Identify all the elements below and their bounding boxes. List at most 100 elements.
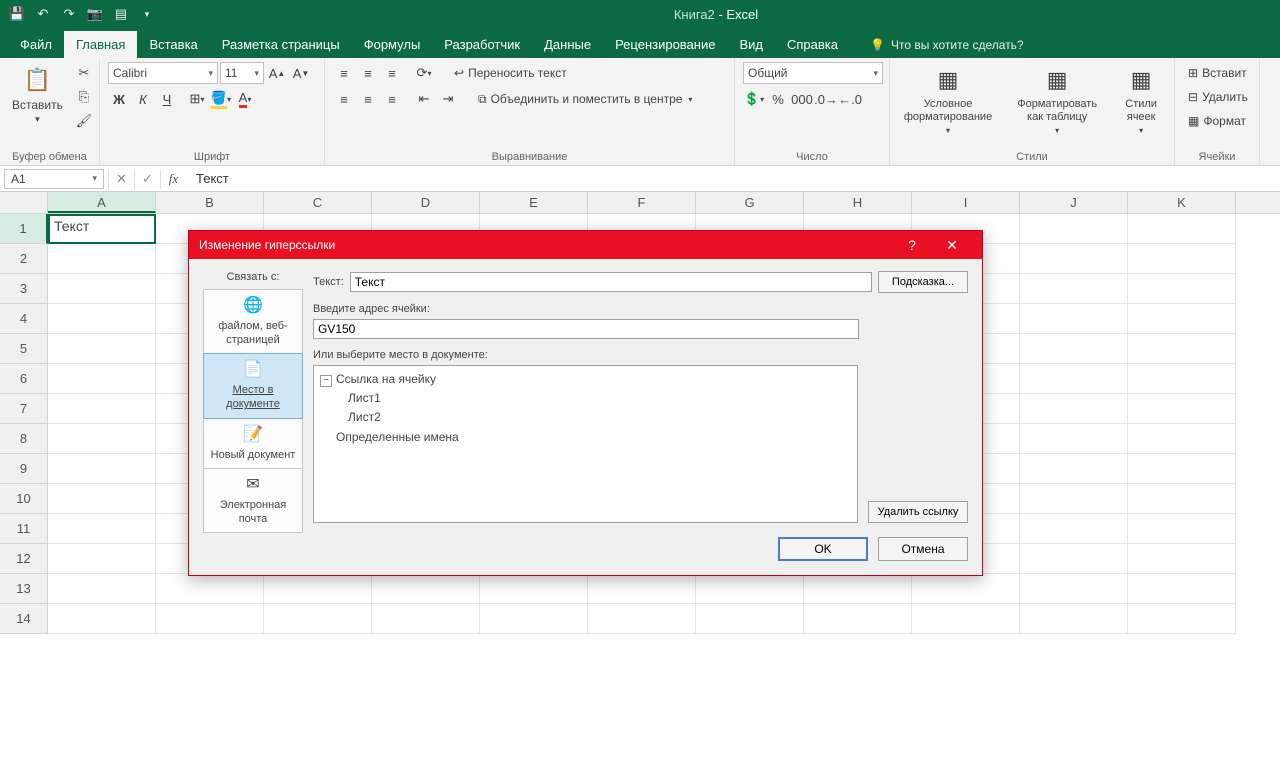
col-header[interactable]: I [912, 192, 1020, 213]
redo-icon[interactable]: ↷ [58, 3, 80, 25]
tab-help[interactable]: Справка [775, 31, 850, 58]
col-header[interactable]: E [480, 192, 588, 213]
bold-button[interactable]: Ж [108, 88, 130, 110]
align-left-icon[interactable]: ≡ [333, 88, 355, 110]
wrap-text-button[interactable]: ↩Переносить текст [449, 62, 572, 84]
row-header[interactable]: 4 [0, 304, 48, 334]
number-format-combo[interactable]: Общий▾ [743, 62, 883, 84]
new-sheet-icon[interactable]: ▤ [110, 3, 132, 25]
tab-insert[interactable]: Вставка [137, 31, 209, 58]
cell[interactable] [48, 604, 156, 634]
cell[interactable] [48, 304, 156, 334]
cell[interactable] [1128, 574, 1236, 604]
cell[interactable] [1020, 364, 1128, 394]
conditional-formatting-button[interactable]: ▦Условное форматирование▾ [898, 62, 998, 137]
tab-home[interactable]: Главная [64, 31, 137, 58]
row-header[interactable]: 6 [0, 364, 48, 394]
cell[interactable] [372, 574, 480, 604]
cell[interactable] [1020, 304, 1128, 334]
close-button[interactable]: ✕ [932, 231, 972, 259]
font-name-combo[interactable]: Calibri▾ [108, 62, 218, 84]
font-size-combo[interactable]: 11▾ [220, 62, 264, 84]
decrease-indent-icon[interactable]: ⇤ [413, 88, 435, 110]
format-as-table-button[interactable]: ▦Форматировать как таблицу▾ [1006, 62, 1108, 137]
underline-button[interactable]: Ч [156, 88, 178, 110]
row-header[interactable]: 13 [0, 574, 48, 604]
cell[interactable] [696, 574, 804, 604]
row-header[interactable]: 2 [0, 244, 48, 274]
currency-icon[interactable]: 💲▾ [743, 88, 765, 110]
format-painter-icon[interactable]: 🖌 [73, 110, 95, 132]
enter-formula-icon[interactable]: ✓ [134, 169, 160, 189]
cell[interactable] [804, 604, 912, 634]
tab-developer[interactable]: Разработчик [432, 31, 532, 58]
cell[interactable] [1128, 274, 1236, 304]
col-header[interactable]: D [372, 192, 480, 213]
insert-cells-button[interactable]: ⊞Вставит [1183, 62, 1252, 84]
place-tree[interactable]: −Ссылка на ячейку Лист1 Лист2 Определенн… [313, 365, 858, 523]
cell[interactable] [1128, 394, 1236, 424]
cell[interactable] [1128, 364, 1236, 394]
formula-input[interactable]: Текст [186, 171, 1280, 186]
linkto-file-web[interactable]: 🌐файлом, веб-страницей [203, 289, 303, 354]
dialog-titlebar[interactable]: Изменение гиперссылки ? ✕ [189, 231, 982, 259]
italic-button[interactable]: К [132, 88, 154, 110]
tab-page-layout[interactable]: Разметка страницы [210, 31, 352, 58]
cell[interactable] [1128, 604, 1236, 634]
row-header[interactable]: 9 [0, 454, 48, 484]
cell[interactable] [48, 514, 156, 544]
format-cells-button[interactable]: ▦Формат [1183, 110, 1251, 132]
cell[interactable] [1128, 424, 1236, 454]
row-header[interactable]: 1 [0, 214, 48, 244]
cell[interactable] [1128, 214, 1236, 244]
help-button[interactable]: ? [892, 231, 932, 259]
cell[interactable] [372, 604, 480, 634]
cell[interactable] [696, 604, 804, 634]
tree-node-sheet1[interactable]: Лист1 [320, 389, 851, 408]
collapse-icon[interactable]: − [320, 375, 332, 387]
cell[interactable] [1020, 484, 1128, 514]
col-header[interactable]: H [804, 192, 912, 213]
row-header[interactable]: 8 [0, 424, 48, 454]
col-header[interactable]: B [156, 192, 264, 213]
tab-data[interactable]: Данные [532, 31, 603, 58]
row-header[interactable]: 11 [0, 514, 48, 544]
tab-formulas[interactable]: Формулы [352, 31, 433, 58]
cell[interactable] [48, 454, 156, 484]
cell[interactable] [1020, 334, 1128, 364]
row-header[interactable]: 3 [0, 274, 48, 304]
cell[interactable] [1020, 244, 1128, 274]
text-display-input[interactable] [350, 272, 872, 292]
orientation-icon[interactable]: ⟳▾ [413, 62, 435, 84]
cell[interactable] [48, 334, 156, 364]
tab-view[interactable]: Вид [727, 31, 775, 58]
decrease-font-icon[interactable]: A▼ [290, 62, 312, 84]
tree-node-sheet2[interactable]: Лист2 [320, 408, 851, 427]
tree-node-cellref[interactable]: −Ссылка на ячейку [320, 370, 851, 389]
cell[interactable] [804, 574, 912, 604]
col-header[interactable]: C [264, 192, 372, 213]
cell[interactable] [1128, 484, 1236, 514]
cut-icon[interactable]: ✂ [73, 62, 95, 84]
increase-indent-icon[interactable]: ⇥ [437, 88, 459, 110]
cell-address-input[interactable] [313, 319, 859, 339]
cancel-button[interactable]: Отмена [878, 537, 968, 561]
align-top-icon[interactable]: ≡ [333, 62, 355, 84]
borders-icon[interactable]: ⊞▾ [186, 88, 208, 110]
cell[interactable] [48, 274, 156, 304]
cell[interactable] [912, 604, 1020, 634]
cell[interactable] [48, 394, 156, 424]
paste-button[interactable]: 📋 Вставить ▾ [8, 62, 67, 127]
cell[interactable] [48, 484, 156, 514]
name-box[interactable]: A1 ▾ [4, 169, 104, 189]
percent-icon[interactable]: % [767, 88, 789, 110]
merge-center-button[interactable]: ⧉Объединить и поместить в центре▾ [473, 88, 697, 110]
cancel-formula-icon[interactable]: ✕ [108, 169, 134, 189]
cell[interactable] [912, 574, 1020, 604]
cell[interactable] [588, 604, 696, 634]
delete-cells-button[interactable]: ⊟Удалить [1183, 86, 1253, 108]
cell[interactable]: Текст [48, 214, 156, 244]
copy-icon[interactable]: ⎘ [73, 86, 95, 108]
cell[interactable] [1128, 544, 1236, 574]
cell-styles-button[interactable]: ▦Стили ячеек▾ [1116, 62, 1166, 137]
